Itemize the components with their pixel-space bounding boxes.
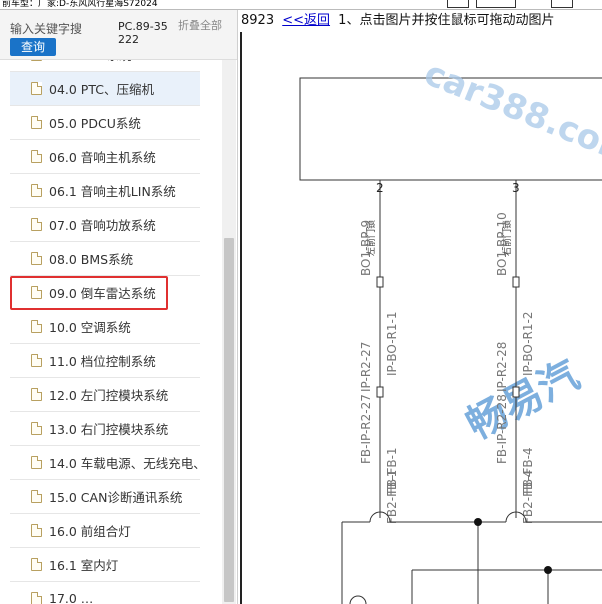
sidebar-scrollbar[interactable]	[222, 60, 236, 604]
connector-label: BO1-BP-9	[359, 220, 373, 276]
scrollbar-thumb[interactable]	[224, 238, 234, 602]
document-icon	[31, 558, 42, 571]
document-icon	[31, 524, 42, 537]
collapse-all-button[interactable]: 折叠全部	[178, 20, 228, 32]
document-icon	[31, 354, 42, 367]
menu-item-label: 08.0 BMS系统	[49, 252, 134, 267]
document-icon	[31, 422, 42, 435]
menu-item[interactable]: 07.0 音响功放系统	[10, 208, 200, 242]
menu-item[interactable]: 10.0 空调系统	[10, 310, 200, 344]
menu-item[interactable]: 17.0 …	[10, 582, 200, 604]
menu-item-label: 07.0 音响功放系统	[49, 218, 156, 233]
menu-item[interactable]: 12.0 左门控模块系统	[10, 378, 200, 412]
info-line: 8923 <<返回 1、点击图片并按住鼠标可拖动动图片	[241, 13, 554, 29]
wiring-diagram[interactable]: car388.com畅易汽2左前门锁BO1-BP-9IP-BO-R1-1IP-R…	[238, 32, 602, 604]
document-icon	[31, 218, 42, 231]
back-link[interactable]: <<返回	[282, 13, 330, 28]
menu-item-label: 16.1 室内灯	[49, 558, 119, 573]
connector-label: BO1-BP-10	[495, 212, 509, 276]
search-input[interactable]	[4, 18, 110, 40]
connector-label: FB-IP-R2-27	[359, 394, 373, 464]
menu-item-label: 09.0 倒车雷达系统	[49, 286, 156, 301]
document-icon	[31, 116, 42, 129]
menu-item[interactable]: 04.0 PTC、压缩机	[10, 72, 200, 106]
menu-item[interactable]: 05.0 PDCU系统	[10, 106, 200, 140]
connector-label: FB2-FB-4	[521, 470, 535, 524]
menu-item[interactable]: 09.0 倒车雷达系统	[10, 276, 168, 310]
document-icon	[31, 184, 42, 197]
document-icon	[31, 286, 42, 299]
window-title-bar: 前车型：厂家:D-东风风行星海S72024	[0, 0, 602, 10]
window-control-button[interactable]	[551, 0, 573, 8]
menu-item-label: 03.0 EHB系统	[49, 60, 132, 64]
connector-pin	[512, 276, 520, 288]
connector-label: FB2-FB-1	[385, 470, 399, 524]
window-control-button[interactable]	[476, 0, 516, 8]
document-icon	[31, 320, 42, 333]
connector-pin	[512, 386, 520, 398]
menu-item[interactable]: 03.0 EHB系统	[10, 60, 200, 72]
menu-item[interactable]: 16.0 前组合灯	[10, 514, 200, 548]
junction-dot	[544, 566, 552, 574]
document-icon	[31, 456, 42, 469]
system-menu-list: 03.0 EHB系统 04.0 PTC、压缩机 05.0 PDCU系统 06.0 音响…	[10, 60, 222, 604]
menu-item[interactable]: 13.0 右门控模块系统	[10, 412, 200, 446]
junction-dot	[474, 518, 482, 526]
menu-item[interactable]: 16.1 室内灯	[10, 548, 200, 582]
document-icon	[31, 490, 42, 503]
connector-pin	[376, 386, 384, 398]
drag-hint: 1、点击图片并按住鼠标可拖动动图片	[338, 13, 555, 28]
pin-number: 2	[376, 181, 384, 195]
pin-number: 3	[512, 181, 520, 195]
menu-item-label: 06.0 音响主机系统	[49, 150, 156, 165]
watermark-site: car388.com	[419, 53, 602, 174]
document-icon	[31, 82, 42, 95]
window-control-button[interactable]	[447, 0, 469, 8]
document-icon	[31, 60, 42, 61]
document-icon	[31, 252, 42, 265]
menu-item[interactable]: 06.1 音响主机LIN系统	[10, 174, 200, 208]
menu-item-label: 16.0 前组合灯	[49, 524, 131, 539]
diagram-viewer: 8923 <<返回 1、点击图片并按住鼠标可拖动动图片 car388.com 畅易…	[238, 10, 602, 604]
wire-bridge	[349, 595, 367, 604]
menu-item-label: 17.0 …	[49, 591, 94, 604]
menu-item-label: 13.0 右门控模块系统	[49, 422, 169, 437]
search-bar: 查询 PC.89-35222 折叠全部	[0, 10, 237, 60]
connector-pin	[376, 276, 384, 288]
menu-item-label: 11.0 档位控制系统	[49, 354, 156, 369]
connector-label: IP-R2-27	[359, 342, 373, 392]
sidebar: 查询 PC.89-35222 折叠全部 03.0 EHB系统 04.0 PTC、压…	[0, 10, 238, 604]
connector-label: IP-BO-R1-1	[385, 312, 399, 376]
menu-item-label: 04.0 PTC、压缩机	[49, 82, 154, 97]
document-icon	[31, 388, 42, 401]
menu-item[interactable]: 14.0 车载电源、无线充电、USB	[10, 446, 200, 480]
menu-item-label: 15.0 CAN诊断通讯系统	[49, 490, 183, 505]
menu-item-label: 06.1 音响主机LIN系统	[49, 184, 176, 199]
menu-item[interactable]: 11.0 档位控制系统	[10, 344, 200, 378]
document-icon	[31, 150, 42, 163]
menu-item[interactable]: 15.0 CAN诊断通讯系统	[10, 480, 200, 514]
page-code: 8923	[241, 13, 275, 28]
query-button[interactable]: 查询	[10, 38, 56, 56]
menu-item-label: 12.0 左门控模块系统	[49, 388, 169, 403]
menu-item[interactable]: 06.0 音响主机系统	[10, 140, 200, 174]
connector-label: FB-IP-R2-28	[495, 394, 509, 464]
menu-item-label: 14.0 车载电源、无线充电、USB	[49, 456, 200, 471]
menu-item[interactable]: 08.0 BMS系统	[10, 242, 200, 276]
pc-code-label: PC.89-35222	[118, 20, 168, 46]
connector-label: IP-BO-R1-2	[521, 312, 535, 376]
document-icon	[31, 592, 42, 604]
connector-label: IP-R2-28	[495, 342, 509, 392]
vehicle-title: 前车型：厂家:D-东风风行星海S72024	[2, 0, 158, 9]
menu-item-label: 05.0 PDCU系统	[49, 116, 141, 131]
menu-item-label: 10.0 空调系统	[49, 320, 131, 335]
